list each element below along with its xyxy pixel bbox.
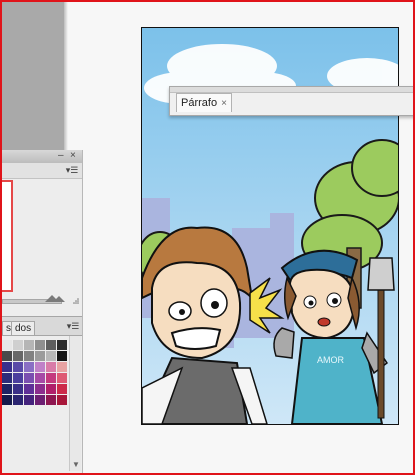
color-swatch[interactable] — [57, 340, 67, 350]
swatches-tabbar: s dos ▾☰ — [2, 316, 82, 336]
panel-titlebar[interactable]: ‒ × — [2, 150, 82, 164]
color-swatch[interactable] — [2, 384, 12, 394]
color-swatch[interactable] — [35, 362, 45, 372]
color-swatch[interactable] — [13, 351, 23, 361]
color-swatch[interactable] — [35, 384, 45, 394]
color-swatch[interactable] — [24, 351, 34, 361]
color-swatch[interactable] — [13, 395, 23, 405]
color-swatch[interactable] — [35, 373, 45, 383]
color-swatch[interactable] — [46, 373, 56, 383]
color-swatch[interactable] — [46, 384, 56, 394]
color-swatch[interactable] — [24, 340, 34, 350]
swatches-scrollbar[interactable]: ▼ — [69, 336, 81, 471]
color-swatch[interactable] — [46, 395, 56, 405]
color-swatch[interactable] — [13, 373, 23, 383]
color-swatch[interactable] — [46, 351, 56, 361]
minimize-icon[interactable]: ‒ — [58, 150, 64, 162]
color-swatch[interactable] — [13, 340, 23, 350]
color-swatch[interactable] — [24, 384, 34, 394]
swatches-menu-icon[interactable]: ▾☰ — [66, 321, 80, 331]
color-swatch[interactable] — [57, 362, 67, 372]
color-swatch[interactable] — [2, 340, 12, 350]
mountain-large-icon[interactable] — [44, 293, 66, 303]
color-swatch[interactable] — [57, 395, 67, 405]
tab-paragraph-label: Párrafo — [181, 97, 218, 109]
color-swatch[interactable] — [2, 395, 12, 405]
close-icon[interactable]: × — [70, 150, 76, 162]
color-swatch[interactable] — [2, 373, 12, 383]
scroll-down-icon[interactable]: ▼ — [72, 460, 80, 469]
panel-menu-icon[interactable]: ▾☰ — [65, 165, 79, 175]
resize-grip-icon[interactable] — [72, 297, 80, 305]
panel-tabstrip: ▾☰ — [2, 163, 82, 179]
application-background — [2, 2, 64, 150]
layer-highlight — [2, 180, 13, 292]
color-swatch[interactable] — [46, 340, 56, 350]
color-swatch[interactable] — [13, 362, 23, 372]
color-swatch[interactable] — [57, 384, 67, 394]
tab-paragraph[interactable]: Párrafo × — [176, 93, 232, 112]
swatch-grid — [2, 340, 67, 405]
paragraph-panel: Párrafo × — [169, 86, 415, 116]
color-swatch[interactable] — [2, 351, 12, 361]
color-swatch[interactable] — [24, 395, 34, 405]
layers-panel: ‒ × ▾☰ s dos ▾☰ ▼ — [2, 150, 83, 473]
color-swatch[interactable] — [35, 340, 45, 350]
shirt-text: AMOR — [317, 355, 345, 365]
color-swatch[interactable] — [57, 351, 67, 361]
close-icon[interactable]: × — [221, 98, 227, 109]
color-swatch[interactable] — [35, 395, 45, 405]
color-swatch[interactable] — [46, 362, 56, 372]
tab-b[interactable]: dos — [11, 321, 36, 335]
color-swatch[interactable] — [2, 362, 12, 372]
color-swatch[interactable] — [24, 373, 34, 383]
color-swatch[interactable] — [13, 384, 23, 394]
color-swatch[interactable] — [57, 373, 67, 383]
color-swatch[interactable] — [24, 362, 34, 372]
color-swatch[interactable] — [35, 351, 45, 361]
